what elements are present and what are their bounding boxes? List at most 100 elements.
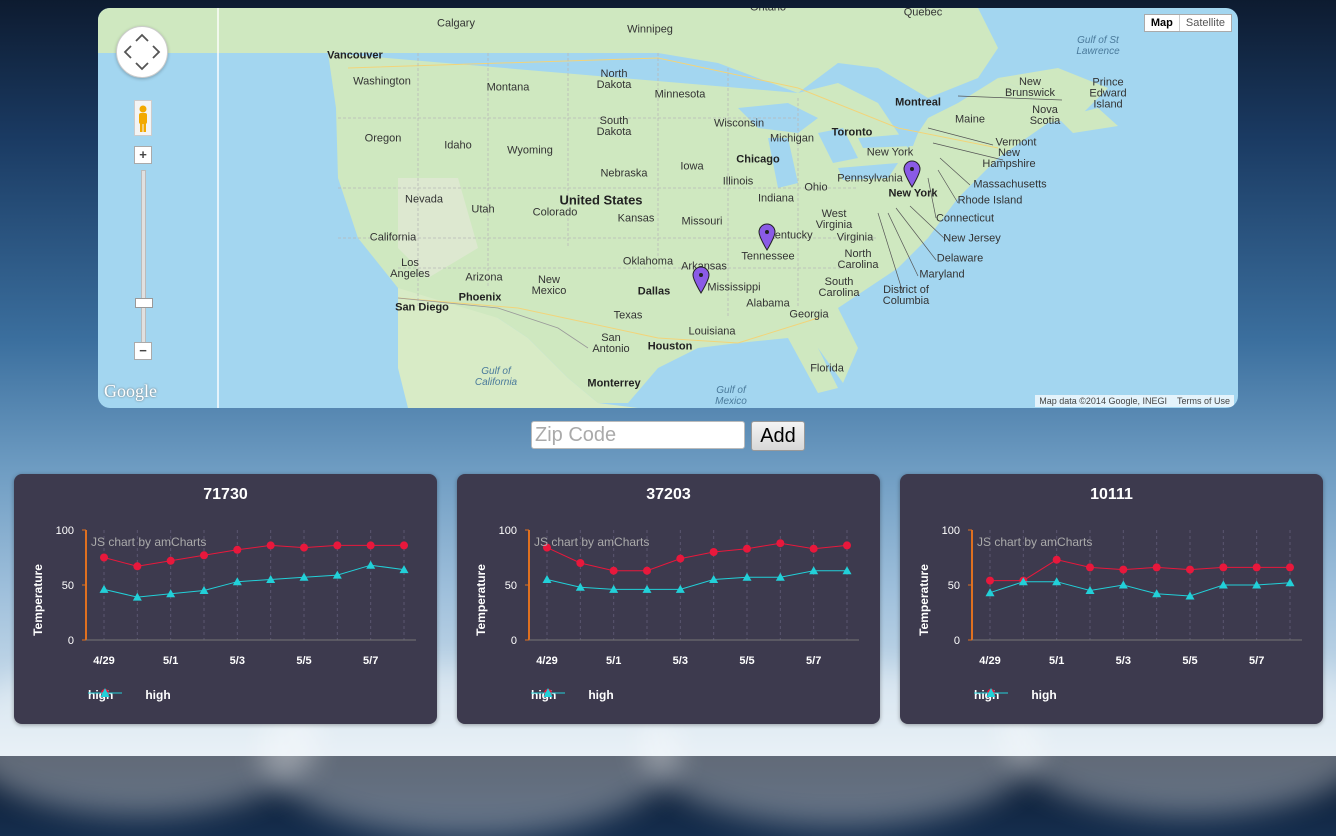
map-label-oregon: Oregon	[364, 132, 402, 145]
map-label-san-diego: San Diego	[395, 301, 449, 314]
data-point	[742, 572, 752, 581]
series-line	[989, 581, 1291, 597]
map-type-map-button[interactable]: Map	[1145, 15, 1180, 31]
data-point	[166, 556, 175, 565]
y-tick-label: 0	[68, 635, 74, 647]
data-point	[133, 562, 142, 571]
x-tick-label: 4/29	[979, 655, 1000, 667]
amcharts-watermark[interactable]: JS chart by amCharts	[534, 535, 649, 549]
map-marker-icon[interactable]	[692, 266, 710, 294]
x-tick-label: 5/7	[1249, 655, 1264, 667]
map-label-gulf-mexico: Gulf of Mexico	[715, 385, 747, 407]
map-label-alabama: Alabama	[746, 297, 790, 310]
add-button[interactable]: Add	[751, 421, 805, 451]
data-point	[1252, 563, 1261, 572]
map-label-ontario: Ontario	[750, 8, 786, 14]
legend-item[interactable]: high	[974, 688, 1057, 702]
data-point	[542, 575, 552, 583]
legend-label: high	[588, 688, 614, 702]
map-label-san-antonio: San Antonio	[592, 332, 630, 355]
map-label-houston: Houston	[647, 340, 693, 353]
map-marker-icon[interactable]	[903, 160, 921, 188]
y-axis-title: Temperature	[31, 564, 45, 636]
zoom-slider-track[interactable]	[141, 170, 146, 344]
data-point	[1219, 563, 1228, 572]
y-axis-title: Temperature	[474, 564, 488, 636]
map-label-new-hampshire: New Hampshire	[982, 147, 1036, 170]
zip-code-input[interactable]	[531, 421, 745, 449]
map-label-michigan: Michigan	[769, 132, 815, 145]
map-type-satellite-button[interactable]: Satellite	[1180, 15, 1231, 31]
data-point	[233, 545, 242, 554]
chart-card: 37203 100 50 0 4/29 5/1 5/3 5/5 5/7 JS chart by…	[457, 474, 880, 724]
map-label-pennsylvania: Pennsylvania	[837, 172, 903, 185]
map-label-chicago: Chicago	[736, 153, 780, 166]
map-label-united-states: United States	[559, 192, 643, 208]
data-point	[1086, 563, 1094, 572]
amcharts-watermark[interactable]: JS chart by amCharts	[977, 535, 1092, 549]
map-label-monterrey: Monterrey	[587, 377, 641, 390]
data-point	[200, 551, 208, 560]
map-divider-line	[217, 8, 219, 408]
map-label-montana: Montana	[486, 81, 530, 94]
y-tick-label: 50	[505, 580, 517, 592]
pan-control[interactable]	[116, 26, 168, 78]
map-label-washington: Washington	[353, 75, 411, 88]
map-label-utah: Utah	[471, 203, 495, 216]
map-label-vancouver: Vancouver	[327, 49, 383, 62]
map-label-phoenix: Phoenix	[458, 291, 502, 304]
map-label-illinois: Illinois	[722, 175, 754, 188]
street-view-pegman-icon[interactable]	[134, 100, 152, 136]
y-tick-label: 100	[499, 525, 517, 537]
data-point	[576, 559, 585, 567]
google-logo[interactable]: Google	[104, 381, 157, 402]
series-line	[103, 564, 405, 598]
chart-legend: high high	[974, 688, 1057, 702]
map-label-nova-scotia: Nova Scotia	[1029, 104, 1061, 127]
map-label-north-dakota: North Dakota	[596, 68, 632, 91]
map-label-indiana: Indiana	[757, 192, 795, 205]
data-point	[985, 588, 995, 597]
map-label-ohio: Ohio	[804, 181, 828, 194]
map-marker-icon[interactable]	[758, 223, 776, 251]
amcharts-watermark[interactable]: JS chart by amCharts	[91, 535, 206, 549]
map-label-west-virginia: West Virginia	[815, 208, 853, 231]
zoom-out-button[interactable]: −	[134, 342, 152, 360]
data-point	[809, 544, 818, 553]
map-label-florida: Florida	[810, 362, 844, 375]
map-label-new-york-city: New York	[888, 187, 938, 200]
data-point	[366, 541, 375, 550]
zoom-in-button[interactable]: +	[134, 146, 152, 164]
data-point	[1152, 563, 1161, 572]
x-tick-label: 5/5	[1182, 655, 1197, 667]
map-label-winnipeg: Winnipeg	[627, 23, 673, 36]
map-label-wisconsin: Wisconsin	[713, 117, 765, 130]
map-label-iowa: Iowa	[680, 160, 704, 173]
legend-item[interactable]: high	[531, 688, 614, 702]
map-label-quebec: Quebec	[903, 8, 943, 19]
data-point	[99, 584, 109, 593]
map-label-nebraska: Nebraska	[600, 167, 648, 180]
zoom-slider-thumb[interactable]	[135, 298, 153, 308]
terms-of-use-link[interactable]: Terms of Use	[1177, 396, 1230, 406]
data-point	[366, 560, 376, 569]
map-label-new-york-state: New York	[866, 146, 914, 159]
data-point	[843, 541, 851, 550]
data-point	[300, 543, 308, 552]
map-label-wyoming: Wyoming	[507, 144, 553, 157]
map-label-maine: Maine	[955, 113, 985, 126]
map-label-montreal: Montreal	[895, 96, 941, 109]
map-label-new-brunswick: New Brunswick	[1004, 76, 1056, 99]
map-attribution: Map data ©2014 Google, INEGI Terms of Us…	[1035, 395, 1234, 407]
legend-label: high	[145, 688, 171, 702]
data-point	[400, 541, 408, 550]
data-point	[1052, 555, 1061, 564]
map-label-minnesota: Minnesota	[654, 88, 706, 101]
map[interactable]: Calgary Winnipeg Quebec Ontario Gulf of St L…	[98, 8, 1238, 408]
data-point	[643, 566, 651, 575]
legend-label: high	[1031, 688, 1057, 702]
legend-item[interactable]: high	[88, 688, 171, 702]
data-point	[266, 541, 275, 550]
data-point	[1186, 565, 1194, 574]
legend-triangle-marker-icon	[531, 688, 565, 697]
